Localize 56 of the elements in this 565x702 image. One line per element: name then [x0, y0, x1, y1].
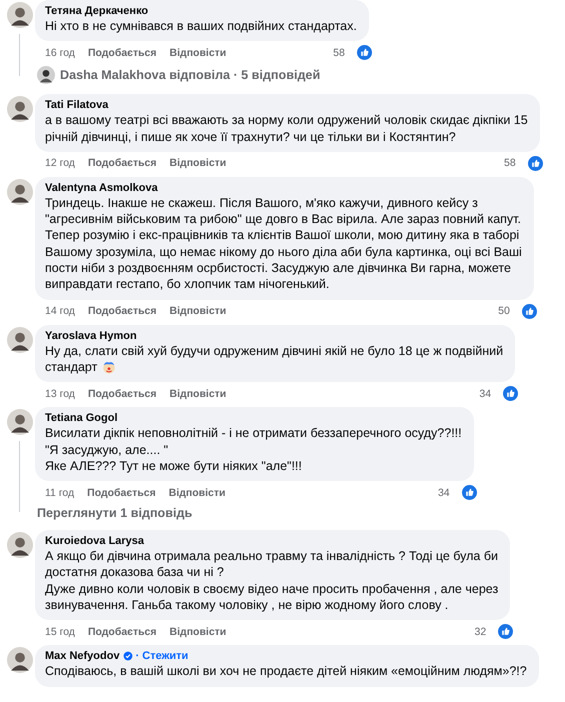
like-icon [356, 45, 372, 60]
avatar[interactable] [6, 178, 32, 205]
like-icon [503, 386, 518, 402]
author-name[interactable]: Valentyna Asmolkova [45, 182, 158, 194]
like-link[interactable]: Подобається [88, 626, 157, 638]
avatar[interactable] [6, 409, 32, 436]
author-name[interactable]: Yaroslava Hymon [45, 330, 137, 342]
reaction-count[interactable]: 32 [474, 626, 486, 638]
reply-link[interactable]: Відповісти [170, 305, 226, 318]
author-name[interactable]: Tetiana Gogol [45, 412, 118, 424]
replies-link[interactable]: Переглянути 1 відповідь [37, 506, 192, 520]
reaction-count[interactable]: 58 [333, 46, 345, 59]
like-link[interactable]: Подобається [87, 486, 156, 499]
comment-text: А якщо би дівчина отримала реально травму та інвалідність ? Тоді це була би достатня доказова база чи ні ? Дуже дивно коли чоловік в своєму відео наче просить пробачення , але через звинувачення. Ганьба такому чоловіку , не вірю жодному його слову . [45, 548, 498, 614]
avatar[interactable] [6, 96, 32, 122]
avatar[interactable] [37, 66, 55, 84]
reaction-count[interactable]: 34 [479, 388, 492, 400]
comment-text: Ні хто в не сумнівався в ваших подвійних стандартах. [45, 18, 357, 34]
reply-link[interactable]: Відповісти [170, 388, 226, 400]
comment-text: Сподіваюсь, в вашій школі ви хоч не продаєте дітей ніяким «емоційним людям»?!? [45, 663, 527, 680]
reply-link[interactable]: Відповісти [168, 486, 226, 499]
avatar[interactable] [6, 326, 32, 353]
avatar[interactable] [6, 532, 32, 558]
like-link[interactable]: Подобається [88, 46, 157, 59]
comment-time[interactable]: 16 год [45, 46, 75, 59]
comment-time[interactable]: 15 год [45, 626, 75, 638]
reaction-count[interactable]: 58 [504, 157, 516, 170]
comment-text: Висилати дікпік неповнолітній - і не отримати беззаперечного осуду??!!! "Я засуджую, але.... " Яке АЛЕ??? Тут не може бути ніяких "але"!!! [45, 425, 462, 474]
reply-link[interactable]: Відповісти [170, 626, 226, 638]
comment-text: стандарт [45, 358, 98, 376]
comment-text: Триндець. Інакше не скажеш. Після Вашого, м'яко кажучи, дивного кейсу з "агресивнім військовим та рибою" ще довго в Вас вірила. Але зараз повний капут. Тепер розумію і екс-працівників та клієнтів Вашої школи, мою дитину яка в таборі Вашому зрозуміла, що немає нікому до нього діла аби була картинка, оці всі Ваші пости ніби з роздвоєнням осрбистості. Засуджую але дівчинка Ви гарна, можете виправдати гестапо, бо хлопчик там нічогенький. [45, 194, 522, 293]
comment-text: Ну да, слати свій хуй будучи одруженим дівчині якій не було 18 це ж подвійний [45, 342, 504, 359]
comment-time[interactable]: 14 год [45, 305, 75, 318]
reply-link[interactable]: Відповісти [170, 46, 226, 59]
like-link[interactable]: Подобається [88, 305, 157, 318]
author-name[interactable]: Тетяна Деркаченко [45, 5, 148, 17]
avatar[interactable] [6, 647, 32, 674]
author-name[interactable]: Kuroiedova Larysa [45, 535, 144, 548]
follow-link[interactable]: · Стежити [136, 650, 188, 662]
like-icon [462, 485, 477, 500]
reaction-count[interactable]: 50 [498, 305, 510, 318]
comment-time[interactable]: 13 год [45, 388, 75, 400]
like-link[interactable]: Подобається [88, 157, 157, 170]
reaction-count[interactable]: 34 [438, 486, 450, 499]
author-name[interactable]: Tati Filatova [45, 99, 108, 112]
like-link[interactable]: Подобається [88, 388, 157, 400]
avatar[interactable] [6, 2, 32, 28]
comment-text: а в вашому театрі всі вважають за норму коли одружений чоловік скидає дікпіки 15 річній дівчинці, і пише як хоче її трахнути? чи це тільки ви і Костянтин? [45, 112, 528, 145]
comment-time[interactable]: 11 год [45, 486, 74, 499]
reply-link[interactable]: Відповісти [170, 157, 226, 170]
like-icon [498, 624, 514, 640]
author-name[interactable]: Max Nefyodov [45, 650, 120, 662]
like-icon [528, 156, 543, 171]
comment-time[interactable]: 12 год [45, 157, 75, 170]
like-icon [522, 304, 537, 319]
replies-link[interactable]: Dasha Malakhova відповіла · 5 відповідей [60, 68, 320, 82]
